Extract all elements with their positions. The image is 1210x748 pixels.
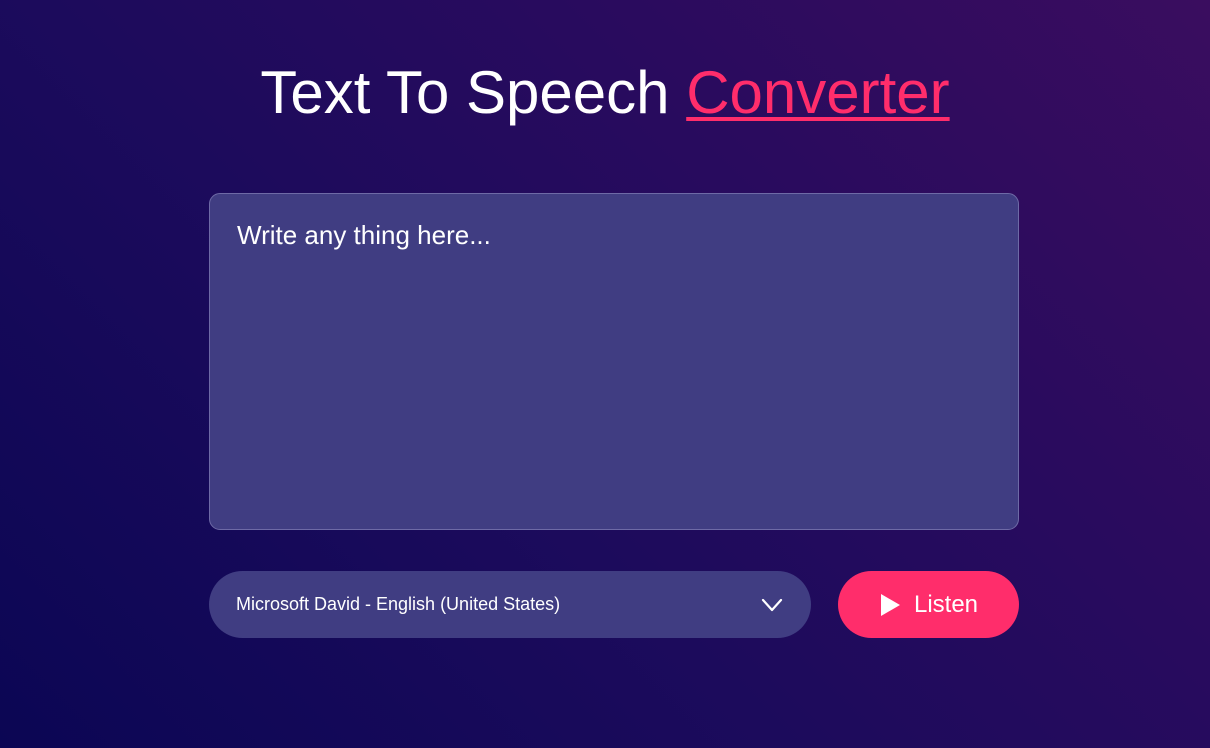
voice-select[interactable]: Microsoft David - English (United States… (209, 571, 811, 638)
page-title-main: Text To Speech (260, 59, 687, 126)
controls-row: Microsoft David - English (United States… (209, 571, 1019, 638)
text-input[interactable] (209, 193, 1019, 530)
listen-button-label: Listen (913, 590, 979, 618)
page-title: Text To Speech Converter (0, 58, 1210, 128)
play-icon (880, 593, 900, 616)
voice-select-value: Microsoft David - English (United States… (236, 594, 561, 614)
page-title-accent[interactable]: Converter (686, 59, 949, 126)
listen-button[interactable]: Listen (838, 571, 1019, 638)
chevron-down-icon (761, 598, 783, 611)
